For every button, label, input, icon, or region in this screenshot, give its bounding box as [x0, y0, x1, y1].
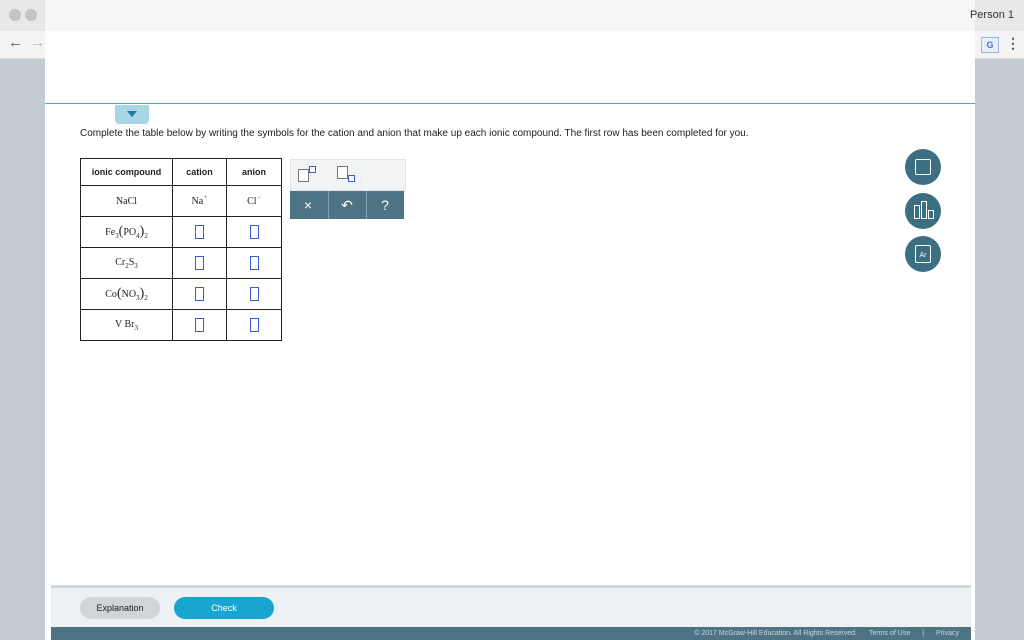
- anion-answer-input[interactable]: [249, 225, 259, 239]
- compound-cell: NaCl: [80, 185, 173, 217]
- cation-answer-input[interactable]: [195, 287, 204, 301]
- calculator-button[interactable]: [905, 149, 941, 185]
- superscript-button[interactable]: [298, 166, 316, 182]
- bar-chart-icon-bar: [921, 201, 927, 219]
- forward-arrow-icon[interactable]: →: [30, 34, 45, 52]
- back-arrow-icon[interactable]: ←: [8, 34, 23, 52]
- terms-link[interactable]: Terms of Use: [869, 630, 910, 637]
- compound-formula: Co(NO3)2: [105, 286, 148, 302]
- cation-cell: [172, 278, 227, 310]
- periodic-table-button[interactable]: Ar: [905, 236, 941, 272]
- question-instructions: Complete the table below by writing the …: [80, 128, 749, 139]
- cation-cell: [172, 309, 227, 341]
- table-row: Co(NO3)2: [80, 278, 282, 310]
- table-row: NaCl Na+ Cl−: [80, 185, 282, 217]
- copyright-text: © 2017 McGraw-Hill Education. All Rights…: [694, 630, 857, 637]
- anion-symbol: Cl: [247, 196, 257, 207]
- browser-navbar: ← → G ⋮: [0, 31, 1024, 59]
- footer-separator: |: [922, 630, 925, 637]
- header-cation: cation: [172, 158, 227, 186]
- browser-menu-icon[interactable]: ⋮: [1006, 35, 1020, 52]
- cation-cell: [172, 216, 227, 248]
- calculator-icon: [915, 159, 931, 175]
- superscript-icon: [309, 166, 316, 173]
- translate-icon[interactable]: G: [981, 37, 999, 53]
- anion-cell: Cl−: [226, 185, 282, 217]
- anion-cell: [226, 309, 282, 341]
- compound-cell: V Br3: [80, 309, 173, 341]
- compound-formula: Fe3(PO4)2: [105, 224, 148, 240]
- bar-chart-icon: [914, 205, 920, 219]
- cation-answer-input[interactable]: [195, 256, 204, 270]
- tab-strip: [45, 0, 975, 31]
- window-minimize-dot[interactable]: [25, 9, 37, 21]
- compound-cell: Fe3(PO4)2: [80, 216, 173, 248]
- address-area: [45, 31, 975, 58]
- formula-action-bar: × ↶ ?: [290, 191, 404, 219]
- header-anion: anion: [226, 158, 282, 186]
- chevron-down-icon: [127, 111, 137, 117]
- anion-answer-input[interactable]: [249, 256, 259, 270]
- check-button[interactable]: Check: [174, 597, 274, 619]
- collapse-header-button[interactable]: [115, 105, 149, 124]
- anion-answer-input[interactable]: [249, 287, 259, 301]
- cation-charge: +: [204, 195, 208, 201]
- data-chart-button[interactable]: [905, 193, 941, 229]
- browser-titlebar: Person 1: [0, 0, 1024, 31]
- superscript-base-icon: [298, 169, 309, 182]
- cation-cell: Na+: [172, 185, 227, 217]
- clear-button[interactable]: ×: [290, 191, 326, 219]
- anion-cell: [226, 247, 282, 279]
- bar-chart-icon-bar: [928, 210, 934, 219]
- compound-formula: NaCl: [115, 195, 138, 207]
- profile-name[interactable]: Person 1: [970, 9, 1014, 21]
- cation-answer-input[interactable]: [195, 318, 204, 332]
- subscript-button[interactable]: [337, 166, 355, 182]
- anion-cell: [226, 216, 282, 248]
- anion-cell: [226, 278, 282, 310]
- compound-cell: Cr2S3: [80, 247, 173, 279]
- table-row: V Br3: [80, 309, 282, 341]
- table-row: Fe3(PO4)2: [80, 216, 282, 248]
- privacy-link[interactable]: Privacy: [936, 630, 959, 637]
- anion-answer-input[interactable]: [249, 318, 259, 332]
- page-content: Complete the table below by writing the …: [45, 58, 975, 640]
- undo-button[interactable]: ↶: [328, 191, 365, 219]
- cation-symbol: Na: [191, 196, 204, 207]
- footer: © 2017 McGraw-Hill Education. All Rights…: [51, 627, 971, 640]
- periodic-table-icon: Ar: [915, 245, 931, 263]
- header-divider: [45, 103, 975, 104]
- formula-toolbar: [290, 159, 406, 191]
- table-row: Cr2S3: [80, 247, 282, 279]
- explanation-button[interactable]: Explanation: [80, 597, 160, 619]
- cation-cell: [172, 247, 227, 279]
- header-ionic-compound: ionic compound: [80, 158, 173, 186]
- ionic-compound-table: ionic compound cation anion NaCl Na+ Cl−…: [80, 158, 282, 341]
- subscript-base-icon: [337, 166, 348, 179]
- compound-formula: V Br3: [114, 318, 139, 332]
- window-close-dot[interactable]: [9, 9, 21, 21]
- help-button[interactable]: ?: [366, 191, 403, 219]
- anion-charge: −: [257, 195, 261, 201]
- compound-formula: Cr2S3: [115, 256, 138, 270]
- bottom-action-bar: Explanation Check: [51, 585, 971, 630]
- compound-cell: Co(NO3)2: [80, 278, 173, 310]
- cation-answer-input[interactable]: [195, 225, 204, 239]
- table-header-row: ionic compound cation anion: [80, 158, 282, 186]
- subscript-icon: [348, 175, 355, 182]
